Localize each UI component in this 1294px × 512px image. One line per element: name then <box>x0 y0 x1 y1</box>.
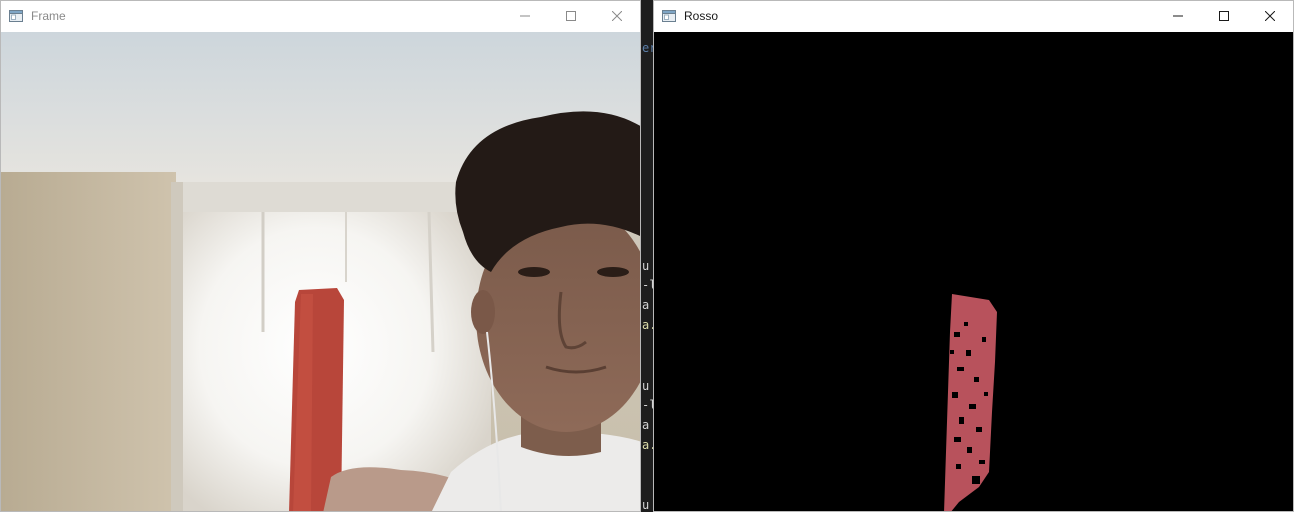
minimize-icon <box>520 15 530 17</box>
minimize-button[interactable] <box>502 1 548 31</box>
window-title: Rosso <box>684 9 719 23</box>
rosso-window[interactable]: Rosso <box>653 0 1294 512</box>
maximize-icon <box>566 11 576 21</box>
close-button[interactable] <box>1247 1 1293 31</box>
webcam-feed <box>1 32 640 511</box>
editor-fragment: u <box>642 259 650 273</box>
editor-fragment: -l <box>642 278 653 292</box>
maximize-icon <box>1219 11 1229 21</box>
webcam-image <box>1 32 640 511</box>
minimize-icon <box>1173 15 1183 17</box>
editor-fragment: a. <box>642 318 653 332</box>
opencv-window-icon <box>662 10 676 22</box>
background-editor-strip: er u -l a a. u -l a a. u <box>641 0 653 512</box>
editor-fragment: a <box>642 298 650 312</box>
mask-image <box>654 32 1293 511</box>
window-title: Frame <box>31 9 66 23</box>
desktop: er u -l a a. u -l a a. u Frame <box>0 0 1294 512</box>
close-icon <box>1265 11 1275 21</box>
color-mask-feed <box>654 32 1293 511</box>
window-controls <box>502 1 640 31</box>
editor-fragment: a <box>642 418 650 432</box>
close-icon <box>612 11 622 21</box>
editor-fragment: er <box>642 41 653 55</box>
window-controls <box>1155 1 1293 31</box>
editor-fragment: -l <box>642 398 653 412</box>
maximize-button[interactable] <box>1201 1 1247 31</box>
frame-window[interactable]: Frame <box>0 0 641 512</box>
close-button[interactable] <box>594 1 640 31</box>
minimize-button[interactable] <box>1155 1 1201 31</box>
maximize-button[interactable] <box>548 1 594 31</box>
editor-fragment: u <box>642 379 650 393</box>
editor-fragment: u <box>642 498 650 512</box>
editor-fragment: a. <box>642 438 653 452</box>
opencv-window-icon <box>9 10 23 22</box>
